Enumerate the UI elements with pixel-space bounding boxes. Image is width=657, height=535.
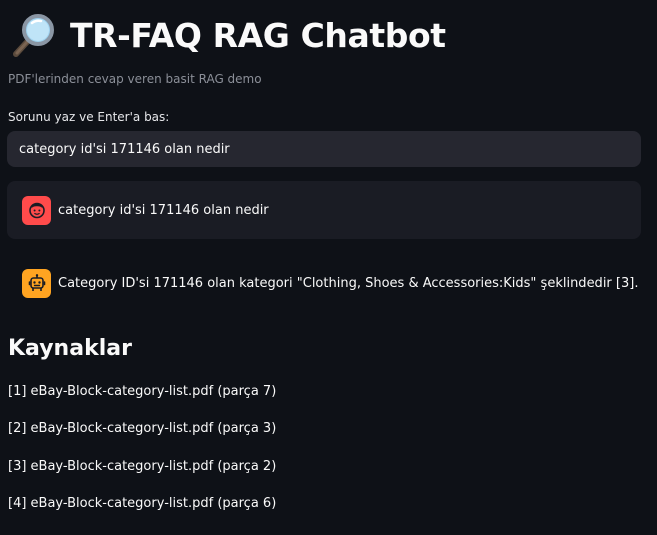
source-item: [4] eBay-Block-category-list.pdf (parça … <box>8 495 277 511</box>
user-avatar <box>22 195 51 225</box>
question-input-label: Sorunu yaz ve Enter'a bas: <box>8 110 170 124</box>
user-face-icon <box>28 202 45 219</box>
robot-icon <box>28 274 45 291</box>
page-subtitle: PDF'lerinden cevap veren basit RAG demo <box>8 72 262 86</box>
magnifying-glass-icon <box>13 14 54 57</box>
assistant-avatar <box>22 268 51 298</box>
sources-heading: Kaynaklar <box>8 336 132 361</box>
user-chat-message: category id'si 171146 olan nedir <box>7 181 641 239</box>
user-message-text: category id'si 171146 olan nedir <box>58 202 269 218</box>
question-input[interactable] <box>7 131 641 167</box>
assistant-message-text: Category ID'si 171146 olan kategori "Clo… <box>58 275 639 291</box>
source-item: [2] eBay-Block-category-list.pdf (parça … <box>8 421 277 437</box>
page-title: TR-FAQ RAG Chatbot <box>70 15 446 55</box>
sources-list: [1] eBay-Block-category-list.pdf (parça … <box>8 384 276 533</box>
assistant-chat-message: Category ID'si 171146 olan kategori "Clo… <box>7 254 641 312</box>
page-header: TR-FAQ RAG Chatbot <box>10 10 446 60</box>
source-item: [1] eBay-Block-category-list.pdf (parça … <box>8 384 277 399</box>
source-item: [3] eBay-Block-category-list.pdf (parça … <box>8 458 277 474</box>
